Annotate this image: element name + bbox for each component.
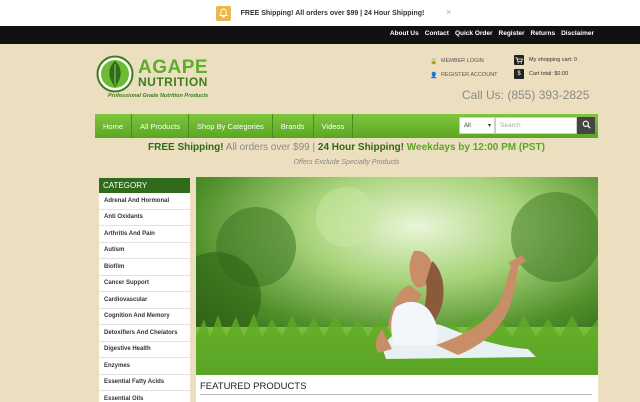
- search-category-value: All: [464, 122, 471, 129]
- promo-offers-note: Offers Exclude Specialty Products: [293, 159, 400, 166]
- lock-icon: 🔒: [430, 58, 438, 65]
- top-utility-bar: About Us Contact Quick Order Register Re…: [0, 26, 640, 44]
- phone-number[interactable]: Call Us: (855) 393-2825: [462, 88, 589, 102]
- category-item[interactable]: Essential Fatty Acids: [99, 375, 190, 391]
- close-notification-button[interactable]: ×: [446, 7, 451, 17]
- nav-home[interactable]: Home: [95, 114, 133, 138]
- category-item[interactable]: Detoxifiers And Chelators: [99, 325, 190, 342]
- link-about-us[interactable]: About Us: [390, 30, 419, 37]
- register-account-link[interactable]: 👤 REGISTER ACCOUNT: [430, 68, 498, 82]
- category-sidebar: CATEGORY Adrenal And Hormonal Anti Oxida…: [99, 178, 190, 402]
- featured-products-section: FEATURED PRODUCTS: [196, 375, 598, 402]
- search-input[interactable]: Search: [495, 117, 577, 134]
- main-navigation: Home All Products Shop By Categories Bra…: [95, 114, 598, 138]
- cart-items-label: My shopping cart: 0: [529, 57, 577, 63]
- promo-orders-over: All orders over $99: [223, 142, 313, 153]
- logo-tagline: Professional Grade Nutrition Products: [108, 93, 209, 99]
- member-login-link[interactable]: 🔒 MEMBER LOGIN: [430, 54, 498, 68]
- nav-shop-by-categories[interactable]: Shop By Categories: [189, 114, 273, 138]
- link-quick-order[interactable]: Quick Order: [455, 30, 493, 37]
- category-heading: CATEGORY: [99, 178, 190, 193]
- category-item[interactable]: Essential Oils: [99, 391, 190, 402]
- category-item[interactable]: Digestive Health: [99, 342, 190, 358]
- shipping-notification-bar: FREE Shipping! All orders over $99 | 24 …: [0, 0, 640, 26]
- member-login-label: MEMBER LOGIN: [441, 58, 484, 64]
- search-category-select[interactable]: All ▾: [459, 117, 495, 134]
- category-item[interactable]: Enzymes: [99, 358, 190, 375]
- shipping-promo-banner: FREE Shipping! All orders over $99 | 24 …: [95, 142, 598, 153]
- link-returns[interactable]: Returns: [531, 30, 556, 37]
- link-disclaimer[interactable]: Disclaimer: [561, 30, 594, 37]
- category-item[interactable]: Cognition And Memory: [99, 309, 190, 325]
- chevron-down-icon: ▾: [487, 123, 491, 129]
- user-plus-icon: 👤: [430, 72, 438, 79]
- category-item[interactable]: Adrenal And Hormonal: [99, 193, 190, 210]
- search-icon: [582, 120, 591, 131]
- bell-icon: [215, 5, 231, 21]
- category-item[interactable]: Arthritis And Pain: [99, 226, 190, 243]
- promo-24-hour: 24 Hour Shipping!: [315, 142, 404, 153]
- featured-products-heading: FEATURED PRODUCTS: [200, 381, 307, 392]
- leaf-logo-icon: [96, 55, 134, 95]
- cart-summary[interactable]: My shopping cart: 0 $ Cart total: $0.00: [514, 53, 577, 81]
- search-button[interactable]: [577, 117, 595, 134]
- category-item[interactable]: Biofilm: [99, 259, 190, 276]
- logo-nutrition-text: NUTRITION: [138, 75, 208, 89]
- promo-free-shipping: FREE Shipping!: [148, 142, 224, 153]
- cart-total-label: Cart total: $0.00: [529, 71, 569, 77]
- nav-all-products[interactable]: All Products: [132, 114, 190, 138]
- category-item[interactable]: Anti Oxidants: [99, 210, 190, 226]
- nav-brands[interactable]: Brands: [273, 114, 314, 138]
- account-links: 🔒 MEMBER LOGIN 👤 REGISTER ACCOUNT: [430, 54, 498, 82]
- cart-icon: [514, 55, 524, 65]
- register-account-label: REGISTER ACCOUNT: [441, 72, 498, 78]
- link-register[interactable]: Register: [499, 30, 525, 37]
- notification-text: FREE Shipping! All orders over $99 | 24 …: [240, 9, 425, 17]
- link-contact[interactable]: Contact: [425, 30, 449, 37]
- section-divider: [200, 394, 592, 395]
- promo-weekdays: Weekdays by 12:00 PM (PST): [404, 142, 545, 153]
- category-item[interactable]: Cancer Support: [99, 276, 190, 292]
- category-item[interactable]: Cardiovascular: [99, 292, 190, 309]
- site-logo[interactable]: AGAPE NUTRITION Professional Grade Nutri…: [96, 54, 236, 104]
- nav-videos[interactable]: Videos: [314, 114, 354, 138]
- hero-banner-image[interactable]: [196, 177, 598, 375]
- dollar-icon: $: [514, 69, 524, 79]
- category-item[interactable]: Autism: [99, 243, 190, 259]
